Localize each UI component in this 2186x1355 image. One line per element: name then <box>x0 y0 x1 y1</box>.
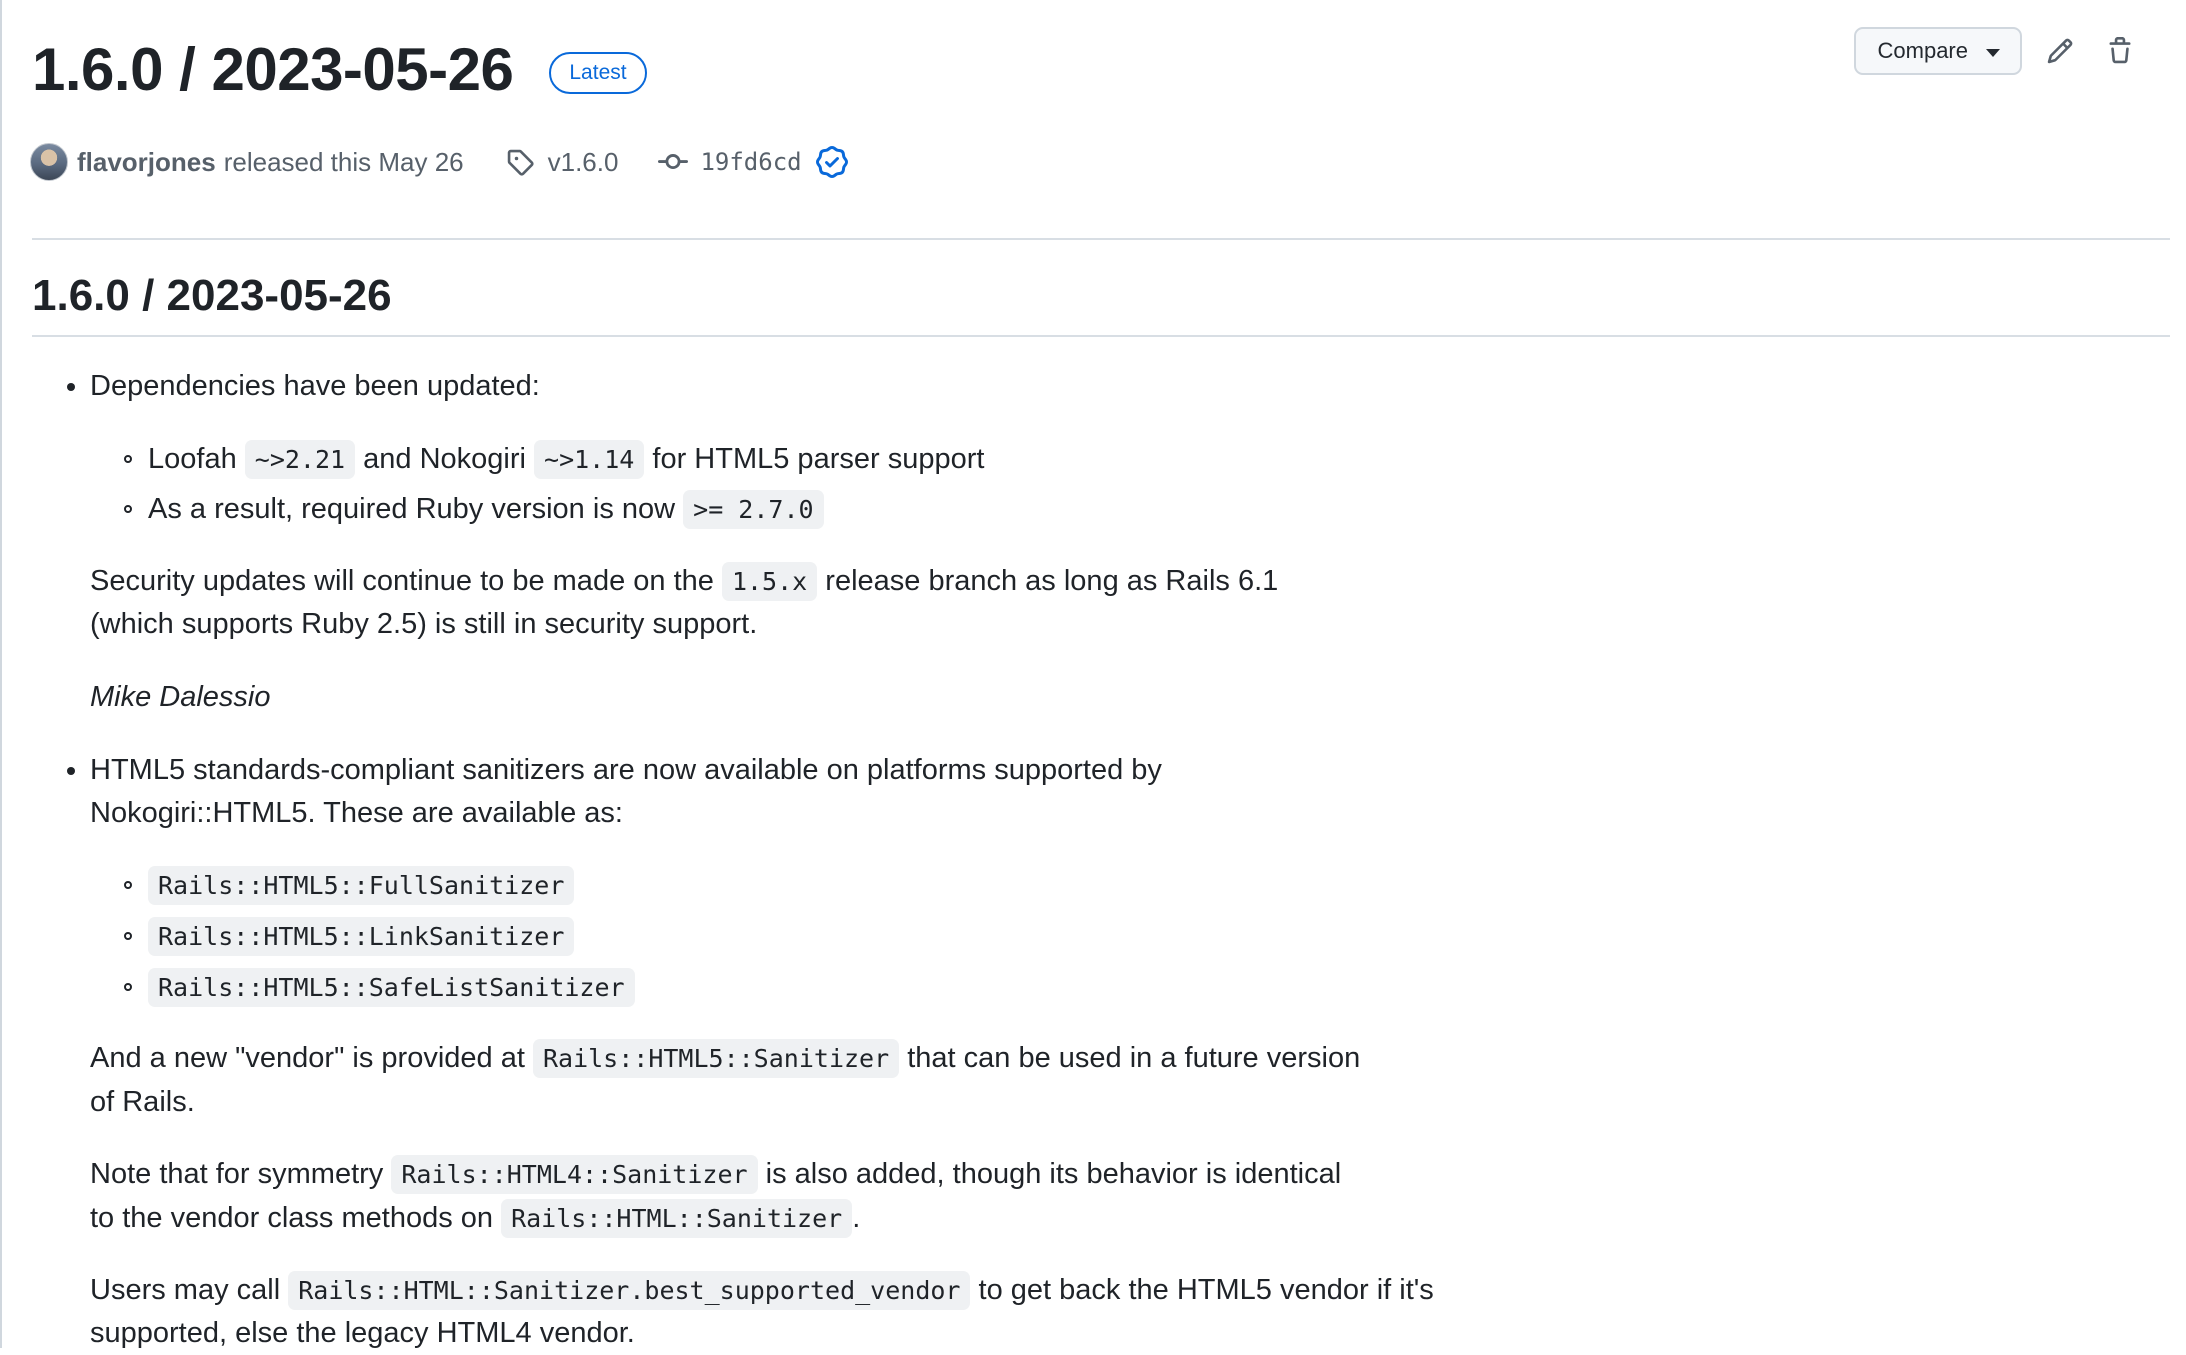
bullet <box>124 932 132 940</box>
git-commit-icon <box>658 154 689 170</box>
tag-icon <box>507 149 534 176</box>
compare-button[interactable]: Compare <box>1853 27 2022 75</box>
bullet <box>67 767 75 775</box>
bullet <box>67 383 75 391</box>
code-snippet: Rails::HTML::Sanitizer <box>501 1199 853 1238</box>
avatar[interactable] <box>30 143 68 181</box>
author-link[interactable]: flavorjones <box>77 147 216 178</box>
header-divider <box>32 238 2170 240</box>
code-snippet: Rails::HTML5::SafeListSanitizer <box>148 968 635 1007</box>
deps-intro: Dependencies have been updated: <box>90 370 540 402</box>
users-paragraph: Users may call Rails::HTML::Sanitizer.be… <box>90 1269 1434 1312</box>
users-line2: supported, else the legacy HTML4 vendor. <box>90 1317 635 1349</box>
code-snippet: ~>2.21 <box>244 440 356 479</box>
dep2-pre: As a result, required Ruby version is no… <box>148 493 676 525</box>
pencil-icon <box>2047 38 2073 64</box>
symmetry-post: is also added, though its behavior is id… <box>765 1158 1342 1190</box>
dep1-pre: Loofah <box>148 443 237 475</box>
edit-button[interactable] <box>2038 29 2082 73</box>
commit-sha: 19fd6cd <box>700 148 802 176</box>
code-snippet: Rails::HTML::Sanitizer.best_supported_ve… <box>288 1271 971 1310</box>
symmetry-line2-post: . <box>852 1202 861 1234</box>
code-snippet: Rails::HTML5::LinkSanitizer <box>148 917 575 956</box>
tag-link[interactable]: v1.6.0 <box>506 146 619 178</box>
sanitizer-item: Rails::HTML5::SafeListSanitizer <box>148 966 635 1009</box>
bullet <box>124 505 132 513</box>
vendor-pre: And a new "vendor" is provided at <box>90 1042 525 1074</box>
commit-link[interactable]: 19fd6cd <box>658 146 848 178</box>
security-pre: Security updates will continue to be mad… <box>90 565 714 597</box>
caret-down-icon <box>1986 49 2000 57</box>
verified-check-icon[interactable] <box>815 146 848 178</box>
release-header: 1.6.0 / 2023-05-26 Latest <box>32 30 647 110</box>
author-signature: Mike Dalessio <box>90 676 271 719</box>
author-signature-text: Mike Dalessio <box>90 681 271 713</box>
code-snippet: ~>1.14 <box>534 440 645 479</box>
code-snippet: 1.5.x <box>721 562 818 601</box>
delete-button[interactable] <box>2098 29 2142 73</box>
code-snippet: >= 2.7.0 <box>683 490 824 529</box>
symmetry-line2-pre: to the vendor class methods on <box>90 1202 494 1234</box>
vendor-line2: of Rails. <box>90 1086 195 1118</box>
compare-label: Compare <box>1877 38 1968 63</box>
dep-ruby-item: As a result, required Ruby version is no… <box>148 488 824 531</box>
dep1-post: for HTML5 parser support <box>652 443 985 475</box>
header-actions: Compare <box>1853 27 2142 75</box>
code-snippet: Rails::HTML5::FullSanitizer <box>148 866 575 905</box>
users-post: to get back the HTML5 vendor if it's <box>978 1274 1434 1306</box>
heading-divider <box>32 335 2170 337</box>
release-card: 1.6.0 / 2023-05-26 Latest Compare flavor… <box>0 0 2186 1349</box>
code-snippet: Rails::HTML4::Sanitizer <box>391 1155 758 1194</box>
security-post: release branch as long as Rails 6.1 <box>825 565 1279 597</box>
symmetry-pre: Note that for symmetry <box>90 1158 384 1190</box>
sanitizer-item: Rails::HTML5::FullSanitizer <box>148 864 575 907</box>
dep1-mid: and Nokogiri <box>363 443 526 475</box>
symmetry-line2: to the vendor class methods on Rails::HT… <box>90 1197 860 1240</box>
trash-icon <box>2109 37 2131 64</box>
html5-intro-line2: Nokogiri::HTML5. These are available as: <box>90 797 623 829</box>
release-notes-heading: 1.6.0 / 2023-05-26 <box>32 271 392 320</box>
released-date: released this May 26 <box>223 146 464 177</box>
html5-intro-line1: HTML5 standards-compliant sanitizers are… <box>90 754 1162 786</box>
symmetry-paragraph: Note that for symmetry Rails::HTML4::San… <box>90 1153 1341 1196</box>
dep-loofah-item: Loofah ~>2.21 and Nokogiri ~>1.14 for HT… <box>148 438 984 481</box>
sanitizer-item: Rails::HTML5::LinkSanitizer <box>148 915 575 958</box>
bullet <box>124 881 132 889</box>
users-pre: Users may call <box>90 1274 281 1306</box>
release-meta: flavorjones released this May 26 v1.6.0 … <box>30 140 848 184</box>
code-snippet: Rails::HTML5::Sanitizer <box>532 1039 900 1078</box>
security-paragraph: Security updates will continue to be mad… <box>90 560 1278 603</box>
release-title[interactable]: 1.6.0 / 2023-05-26 <box>32 30 514 110</box>
bullet <box>124 983 132 991</box>
bullet <box>124 455 132 463</box>
vendor-paragraph: And a new "vendor" is provided at Rails:… <box>90 1037 1360 1080</box>
security-line2: (which supports Ruby 2.5) is still in se… <box>90 608 758 640</box>
vendor-post: that can be used in a future version <box>907 1042 1361 1074</box>
tag-label: v1.6.0 <box>547 146 619 177</box>
latest-badge: Latest <box>549 52 647 94</box>
